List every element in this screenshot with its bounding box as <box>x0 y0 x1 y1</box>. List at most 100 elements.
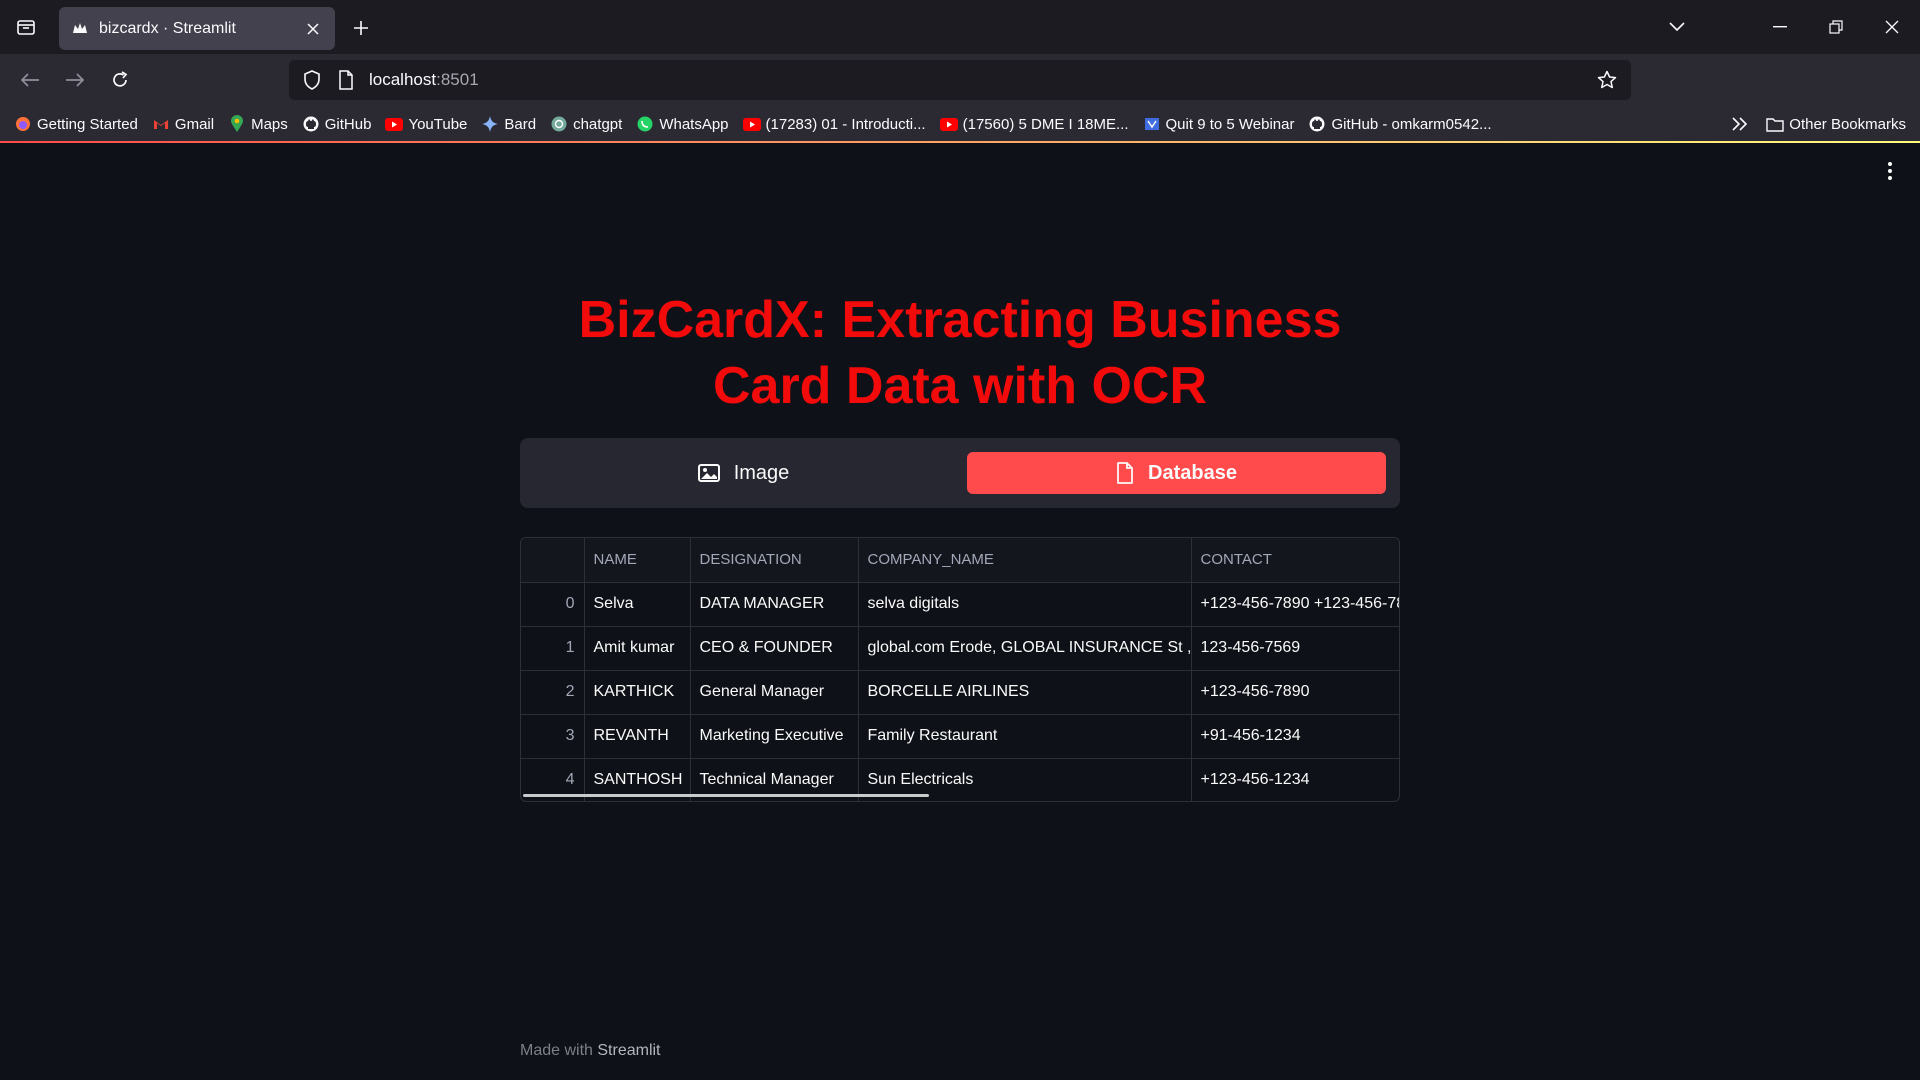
page-title: BizCardX: Extracting Business Card Data … <box>578 291 1342 415</box>
restore-button[interactable] <box>1808 0 1864 54</box>
bookmark-label: Getting Started <box>37 115 138 133</box>
table-row: 0 Selva DATA MANAGER selva digitals +123… <box>521 582 1399 627</box>
bookmark-item[interactable]: (17560) 5 DME I 18ME... <box>939 115 1129 133</box>
column-header-company-name[interactable]: COMPANY_NAME <box>858 538 1192 583</box>
minimize-icon <box>1773 26 1787 28</box>
cell-contact[interactable]: 123-456-7569 <box>1191 626 1399 671</box>
plus-icon <box>354 21 368 35</box>
bookmark-item[interactable]: Bard <box>481 115 536 133</box>
github-icon <box>302 115 320 133</box>
cell-company-name[interactable]: Family Restaurant <box>858 714 1192 759</box>
bookmark-item[interactable]: Maps <box>228 115 288 133</box>
cell-name[interactable]: Amit kumar <box>584 626 691 671</box>
footer: Made with Streamlit <box>520 1042 661 1060</box>
bookmark-label: chatgpt <box>573 115 623 133</box>
cell-contact[interactable]: +123-456-7890 <box>1191 670 1399 715</box>
streamlit-crown-icon <box>71 20 89 38</box>
cell-contact[interactable]: +123-456-7890 +123-456-7891 <box>1191 582 1399 627</box>
cell-name[interactable]: Selva <box>584 582 691 627</box>
other-bookmarks-label: Other Bookmarks <box>1789 115 1906 133</box>
forward-button[interactable] <box>59 64 91 96</box>
dot <box>1888 169 1892 173</box>
tab-title: bizcardx · Streamlit <box>99 19 236 37</box>
bookmark-item[interactable]: Quit 9 to 5 Webinar <box>1143 115 1295 133</box>
bookmark-star-icon[interactable] <box>1595 68 1619 92</box>
column-header-contact[interactable]: CONTACT <box>1191 538 1399 583</box>
bookmark-item[interactable]: (17283) 01 - Introducti... <box>742 115 926 133</box>
browser-tabstrip: bizcardx · Streamlit <box>0 0 1920 54</box>
bookmark-label: WhatsApp <box>659 115 729 133</box>
cell-designation[interactable]: General Manager <box>690 670 859 715</box>
cell-designation[interactable]: CEO & FOUNDER <box>690 626 859 671</box>
minimize-button[interactable] <box>1752 0 1808 54</box>
firefox-view-button[interactable] <box>0 0 52 54</box>
browser-tab-active[interactable]: bizcardx · Streamlit <box>59 7 335 50</box>
bookmark-label: (17560) 5 DME I 18ME... <box>962 115 1129 133</box>
bookmark-item[interactable]: chatgpt <box>550 115 622 133</box>
bookmark-item[interactable]: YouTube <box>385 115 467 133</box>
bookmark-label: Bard <box>504 115 537 133</box>
page-icon[interactable] <box>335 69 357 91</box>
main-menu-button[interactable] <box>1880 159 1900 183</box>
maps-pin-icon <box>228 115 246 133</box>
bookmark-label: (17283) 01 - Introducti... <box>765 115 926 133</box>
url-host: localhost <box>369 70 437 89</box>
new-tab-button[interactable] <box>346 13 376 43</box>
chevron-down-icon <box>1669 22 1685 32</box>
column-header-name[interactable]: NAME <box>584 538 691 583</box>
cell-company-name[interactable]: global.com Erode, GLOBAL INSURANCE St , <box>858 626 1192 671</box>
list-all-tabs-button[interactable] <box>1664 14 1690 40</box>
restore-icon <box>1829 20 1843 34</box>
horizontal-scrollbar[interactable] <box>523 794 929 797</box>
bard-sparkle-icon <box>481 115 499 133</box>
cell-designation[interactable]: Marketing Executive <box>690 714 859 759</box>
column-header-designation[interactable]: DESIGNATION <box>690 538 859 583</box>
firefox-icon <box>14 115 32 133</box>
image-icon <box>697 464 720 482</box>
arrow-left-icon <box>20 73 39 87</box>
close-icon <box>1885 20 1899 34</box>
gmail-icon <box>152 115 170 133</box>
bookmark-item[interactable]: Getting Started <box>14 115 138 133</box>
back-button[interactable] <box>14 64 46 96</box>
streamlit-link[interactable]: Streamlit <box>597 1042 660 1059</box>
cell-name[interactable]: REVANTH <box>584 714 691 759</box>
row-index: 2 <box>521 670 585 715</box>
youtube-icon <box>939 115 958 133</box>
bookmark-label: GitHub <box>324 115 372 133</box>
cell-contact[interactable]: +91-456-1234 <box>1191 714 1399 759</box>
url-text[interactable]: localhost:8501 <box>369 70 1595 90</box>
bookmark-item[interactable]: GitHub <box>302 115 372 133</box>
dataframe[interactable]: NAME DESIGNATION COMPANY_NAME CONTACT 0 … <box>520 537 1400 802</box>
tab-close-icon[interactable] <box>303 19 323 39</box>
menu-item-image[interactable]: Image <box>534 452 953 494</box>
close-window-button[interactable] <box>1864 0 1920 54</box>
bookmarks-overflow-icon[interactable] <box>1732 117 1748 131</box>
menu-item-label: Database <box>1148 461 1237 484</box>
bookmark-label: Gmail <box>174 115 215 133</box>
table-row: 3 REVANTH Marketing Executive Family Res… <box>521 714 1399 759</box>
bookmark-label: YouTube <box>408 115 468 133</box>
menu-item-database[interactable]: Database <box>967 452 1386 494</box>
dot <box>1888 176 1892 180</box>
cell-name[interactable]: KARTHICK <box>584 670 691 715</box>
cell-company-name[interactable]: BORCELLE AIRLINES <box>858 670 1192 715</box>
firefox-view-icon <box>17 20 35 35</box>
bookmark-label: Quit 9 to 5 Webinar <box>1165 115 1295 133</box>
bookmark-item[interactable]: Gmail <box>152 115 214 133</box>
shield-icon[interactable] <box>301 69 323 91</box>
cell-company-name[interactable]: selva digitals <box>858 582 1192 627</box>
reload-button[interactable] <box>104 64 136 96</box>
column-header-index[interactable] <box>521 538 585 583</box>
streamlit-app: BizCardX: Extracting Business Card Data … <box>0 143 1920 1080</box>
cell-designation[interactable]: DATA MANAGER <box>690 582 859 627</box>
url-bar[interactable]: localhost:8501 <box>289 60 1631 100</box>
github-icon <box>1308 115 1326 133</box>
reload-icon <box>113 71 128 87</box>
bookmark-item[interactable]: WhatsApp <box>636 115 729 133</box>
cell-contact[interactable]: +123-456-1234 <box>1191 758 1399 801</box>
dot <box>1888 162 1892 166</box>
other-bookmarks-folder[interactable]: Other Bookmarks <box>1766 115 1906 133</box>
data-table: NAME DESIGNATION COMPANY_NAME CONTACT 0 … <box>521 538 1399 801</box>
bookmark-item[interactable]: GitHub - omkarm0542... <box>1308 115 1492 133</box>
